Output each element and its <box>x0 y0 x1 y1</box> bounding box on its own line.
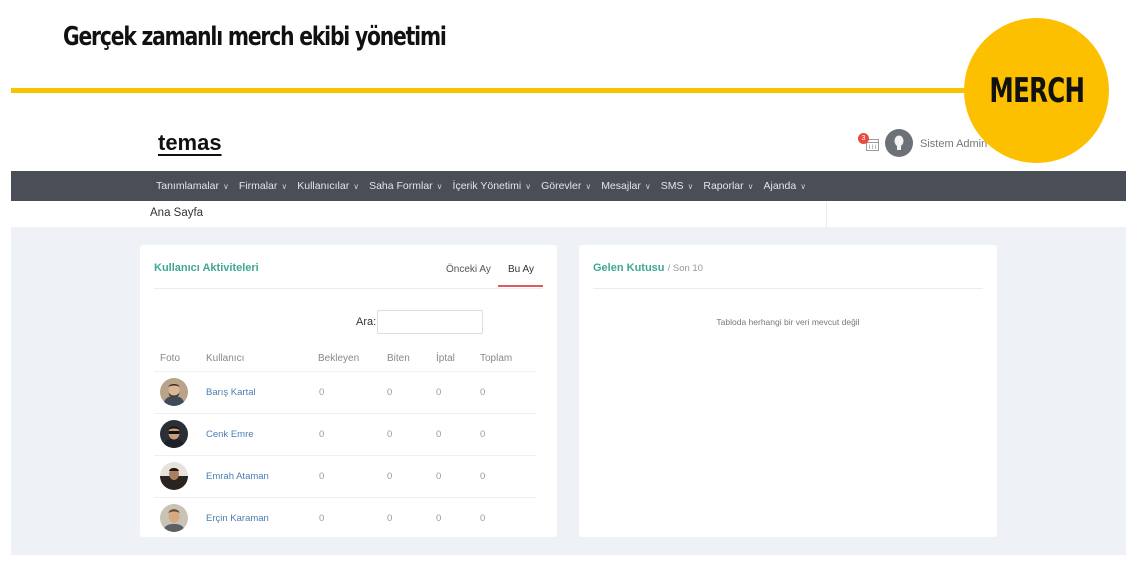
total-count: 0 <box>480 387 486 398</box>
nav-item[interactable]: Görevler ∨ <box>541 180 591 192</box>
column-header-done[interactable]: Biten <box>387 353 410 364</box>
tab-previous-month[interactable]: Önceki Ay <box>446 264 491 275</box>
chevron-down-icon: ∨ <box>687 182 694 191</box>
nav-item-label: Ajanda <box>763 180 797 192</box>
slide-title: Gerçek zamanlı merch ekibi yönetimi <box>63 22 447 52</box>
user-avatar-icon <box>894 135 904 150</box>
merch-badge-label: MERCH <box>989 70 1085 111</box>
gold-divider <box>11 88 1011 93</box>
nav-item[interactable]: Firmalar ∨ <box>239 180 287 192</box>
nav-item-label: İçerik Yönetimi <box>452 180 522 192</box>
user-name[interactable]: Sistem Admin <box>920 138 987 150</box>
user-activities-card: Kullanıcı Aktiviteleri Önceki Ay Bu Ay A… <box>140 245 557 537</box>
nav-item-label: SMS <box>660 180 684 192</box>
table-row: Erçin Karaman 0 0 0 0 <box>154 497 536 539</box>
user-name-link[interactable]: Cenk Emre <box>206 429 254 440</box>
app-logo[interactable]: temas <box>158 130 222 156</box>
main-navbar: Tanımlamalar ∨ Firmalar ∨ Kullanıcılar ∨ Saha … <box>11 171 1126 201</box>
nav-item-label: Görevler <box>541 180 582 192</box>
column-header-total[interactable]: Toplam <box>480 353 512 364</box>
nav-item[interactable]: Kullanıcılar ∨ <box>297 180 359 192</box>
inbox-subtitle: / Son 10 <box>667 263 703 274</box>
inbox-title: Gelen Kutusu / Son 10 <box>593 262 703 274</box>
inbox-card: Gelen Kutusu / Son 10 Tabloda herhangi b… <box>579 245 997 537</box>
chevron-down-icon: ∨ <box>281 182 288 191</box>
card-divider <box>154 288 543 289</box>
nav-item-label: Firmalar <box>238 180 278 192</box>
column-header-user[interactable]: Kullanıcı <box>206 353 244 364</box>
cancelled-count: 0 <box>436 471 442 482</box>
total-count: 0 <box>480 471 486 482</box>
chevron-down-icon: ∨ <box>436 182 443 191</box>
column-header-pending[interactable]: Bekleyen <box>318 353 359 364</box>
total-count: 0 <box>480 513 486 524</box>
table-row: Cenk Emre 0 0 0 0 <box>154 413 536 455</box>
total-count: 0 <box>480 429 486 440</box>
nav-item[interactable]: Raporlar ∨ <box>703 180 753 192</box>
chevron-down-icon: ∨ <box>800 182 807 191</box>
user-name-link[interactable]: Emrah Ataman <box>206 471 269 482</box>
done-count: 0 <box>387 513 393 524</box>
user-name-link[interactable]: Barış Kartal <box>206 387 256 398</box>
nav-item-label: Saha Formlar <box>369 180 433 192</box>
nav-item[interactable]: İçerik Yönetimi ∨ <box>453 180 532 192</box>
nav-item[interactable]: Saha Formlar ∨ <box>369 180 442 192</box>
nav-item-label: Tanımlamalar <box>156 180 220 192</box>
done-count: 0 <box>387 471 393 482</box>
chevron-down-icon: ∨ <box>585 182 592 191</box>
nav-item-label: Kullanıcılar <box>297 180 350 192</box>
cancelled-count: 0 <box>436 429 442 440</box>
chevron-down-icon: ∨ <box>223 182 229 191</box>
user-photo <box>160 462 188 490</box>
done-count: 0 <box>387 429 393 440</box>
user-photo <box>160 420 188 448</box>
cancelled-count: 0 <box>436 513 442 524</box>
user-name-link[interactable]: Erçin Karaman <box>206 513 269 524</box>
pending-count: 0 <box>319 471 325 482</box>
column-header-photo[interactable]: Foto <box>160 353 180 364</box>
chevron-down-icon: ∨ <box>353 182 360 191</box>
active-tab-indicator <box>498 285 543 287</box>
pending-count: 0 <box>319 429 325 440</box>
user-avatar[interactable] <box>885 129 913 157</box>
tab-this-month[interactable]: Bu Ay <box>508 264 534 275</box>
inbox-title-text: Gelen Kutusu <box>593 262 665 274</box>
nav-item-label: Mesajlar <box>601 180 641 192</box>
user-activities-title: Kullanıcı Aktiviteleri <box>154 262 259 274</box>
chevron-down-icon: ∨ <box>747 182 754 191</box>
empty-table-message: Tabloda herhangi bir veri mevcut değil <box>716 317 860 327</box>
user-photo <box>160 504 188 532</box>
table-row: Emrah Ataman 0 0 0 0 <box>154 455 536 497</box>
pending-count: 0 <box>319 387 325 398</box>
chevron-down-icon: ∨ <box>525 182 532 191</box>
nav-item[interactable]: SMS ∨ <box>661 180 694 192</box>
chevron-down-icon: ∨ <box>644 182 651 191</box>
search-input[interactable] <box>377 310 483 334</box>
done-count: 0 <box>387 387 393 398</box>
pending-count: 0 <box>319 513 325 524</box>
breadcrumb[interactable]: Ana Sayfa <box>150 207 203 219</box>
merch-badge: MERCH <box>964 18 1109 163</box>
user-photo <box>160 378 188 406</box>
column-header-cancelled[interactable]: İptal <box>436 353 455 364</box>
cancelled-count: 0 <box>436 387 442 398</box>
nav-item[interactable]: Ajanda ∨ <box>764 180 807 192</box>
table-row: Barış Kartal 0 0 0 0 <box>154 371 536 413</box>
nav-item[interactable]: Mesajlar ∨ <box>601 180 651 192</box>
notification-count-badge: 3 <box>858 133 869 144</box>
search-label: Ara: <box>356 316 377 328</box>
notification-button[interactable]: 3 <box>858 133 880 153</box>
nav-item[interactable]: Tanımlamalar ∨ <box>156 180 229 192</box>
card-divider <box>593 288 983 289</box>
nav-item-label: Raporlar <box>703 180 744 192</box>
nav-menu: Tanımlamalar ∨ Firmalar ∨ Kullanıcılar ∨ Saha … <box>156 171 816 201</box>
